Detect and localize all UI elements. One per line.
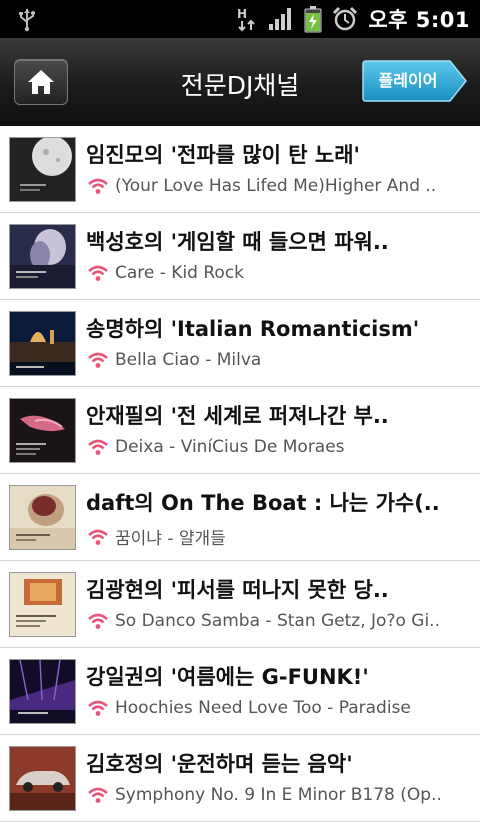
album-thumbnail (9, 311, 76, 376)
wifi-icon (88, 787, 108, 803)
channel-title: 임진모의 '전파를 많이 탄 노래' (86, 143, 360, 167)
wifi-icon (88, 439, 108, 455)
wifi-icon (88, 700, 108, 716)
signal-icon (269, 8, 292, 30)
album-thumbnail (9, 746, 76, 811)
track-info: So Danco Samba - Stan Getz, Jo?o Gi.. (115, 611, 440, 631)
wifi-icon (88, 352, 108, 368)
wifi-icon (88, 178, 108, 194)
album-thumbnail (9, 224, 76, 289)
track-info: Symphony No. 9 In E Minor B178 (Op.. (115, 785, 442, 805)
track-info: Hoochies Need Love Too - Paradise (115, 698, 411, 718)
list-item[interactable]: 김광현의 '피서를 떠나지 못한 당.. So Danco Samba - St… (0, 561, 480, 648)
channel-list: 임진모의 '전파를 많이 탄 노래' (Your Love Has Lifed … (0, 126, 480, 822)
channel-title: 백성호의 '게임할 때 들으면 파워.. (86, 230, 389, 254)
battery-charging-icon (304, 6, 322, 33)
album-thumbnail (9, 572, 76, 637)
track-info: Bella Ciao - Milva (115, 350, 262, 370)
track-info: Deixa - ViníCius De Moraes (115, 437, 345, 457)
album-thumbnail (9, 398, 76, 463)
channel-title: daft의 On The Boat : 나는 가수(.. (86, 491, 440, 515)
channel-title: 안재필의 '전 세계로 퍼져나간 부.. (86, 404, 389, 428)
hsdpa-icon: H (237, 7, 256, 32)
list-item[interactable]: 임진모의 '전파를 많이 탄 노래' (Your Love Has Lifed … (0, 126, 480, 213)
list-item[interactable]: 강일권의 '여름에는 G-FUNK!' Hoochies Need Love T… (0, 648, 480, 735)
wifi-icon (88, 265, 108, 281)
list-item[interactable]: daft의 On The Boat : 나는 가수(.. 꿈이냐 - 얄개들 (0, 474, 480, 561)
track-info: Care - Kid Rock (115, 263, 245, 283)
list-item[interactable]: 백성호의 '게임할 때 들으면 파워.. Care - Kid Rock (0, 213, 480, 300)
album-thumbnail (9, 137, 76, 202)
svg-text:H: H (237, 7, 247, 21)
list-item[interactable]: 김호정의 '운전하며 듣는 음악' Symphony No. 9 In E Mi… (0, 735, 480, 822)
status-bar: H 오후 5:01 (0, 0, 480, 38)
player-button[interactable]: 플레이어 (362, 60, 468, 102)
album-thumbnail (9, 659, 76, 724)
wifi-icon (88, 529, 108, 545)
album-thumbnail (9, 485, 76, 550)
list-item[interactable]: 안재필의 '전 세계로 퍼져나간 부.. Deixa - ViníCius De… (0, 387, 480, 474)
channel-title: 김광현의 '피서를 떠나지 못한 당.. (86, 578, 389, 602)
channel-title: 송명하의 'Italian Romanticism' (86, 317, 420, 341)
channel-title: 강일권의 '여름에는 G-FUNK!' (86, 665, 369, 689)
track-info: (Your Love Has Lifed Me)Higher And .. (115, 176, 437, 196)
list-item[interactable]: 송명하의 'Italian Romanticism' Bella Ciao - … (0, 300, 480, 387)
alarm-icon (333, 6, 358, 31)
status-time: 오후 5:01 (368, 8, 470, 32)
track-info: 꿈이냐 - 얄개들 (115, 529, 226, 549)
wifi-icon (88, 613, 108, 629)
usb-icon (19, 9, 35, 32)
player-button-label: 플레이어 (378, 71, 438, 90)
app-header: 전문DJ채널 플레이어 (0, 38, 480, 128)
channel-title: 김호정의 '운전하며 듣는 음악' (86, 752, 353, 776)
